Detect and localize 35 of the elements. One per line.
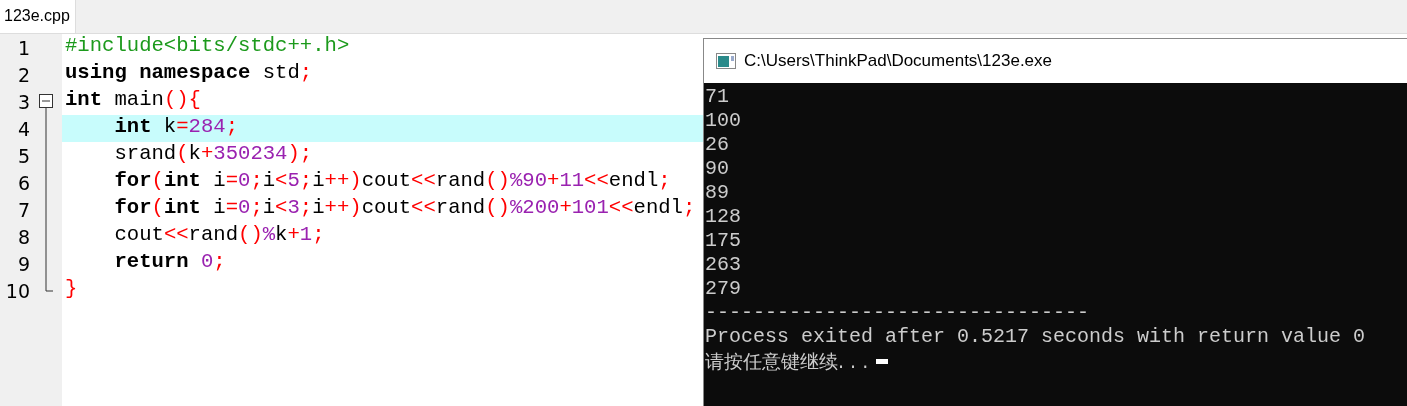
fold-toggle-icon[interactable] bbox=[39, 94, 53, 115]
line-number: 4 bbox=[16, 117, 30, 140]
output-line: 263 bbox=[705, 253, 742, 277]
exit-message: Process exited after 0.5217 seconds with return value 0 bbox=[705, 325, 1367, 349]
continue-prompt: 请按任意键继续. . . bbox=[705, 349, 869, 373]
code-line: for(int i=0;i<5;i++)cout<<rand()%90+11<<endl; bbox=[113, 169, 672, 194]
code-line: srand(k+350234); bbox=[113, 142, 314, 167]
line-number: 3 bbox=[16, 90, 30, 113]
output-line: 175 bbox=[705, 229, 742, 253]
output-line: 26 bbox=[705, 133, 730, 157]
code-line: using namespace std; bbox=[64, 61, 314, 86]
output-line: 89 bbox=[705, 181, 730, 205]
code-line: int main(){ bbox=[64, 88, 202, 113]
window-title: C:\Users\ThinkPad\Documents\123e.exe bbox=[744, 51, 1053, 71]
code-line: #include<bits/stdc++.h> bbox=[64, 34, 351, 59]
line-number: 9 bbox=[16, 252, 30, 275]
line-number: 2 bbox=[16, 63, 30, 86]
line-number: 1 bbox=[16, 36, 30, 59]
console-app-icon bbox=[716, 53, 736, 69]
output-line: 100 bbox=[705, 109, 742, 133]
output-line: 128 bbox=[705, 205, 742, 229]
file-tab[interactable]: 123e.cpp bbox=[0, 0, 76, 33]
output-line: 90 bbox=[705, 157, 730, 181]
line-number: 6 bbox=[16, 171, 30, 194]
output-line: 71 bbox=[705, 85, 730, 109]
code-line: for(int i=0;i<3;i++)cout<<rand()%200+101<<endl; bbox=[113, 196, 697, 221]
line-number: 5 bbox=[16, 144, 30, 167]
code-line: } bbox=[64, 277, 79, 302]
output-line: 279 bbox=[705, 277, 742, 301]
separator-text: -------------------------------- bbox=[705, 301, 1091, 325]
code-line: cout<<rand()%k+1; bbox=[113, 223, 326, 248]
line-number: 10 bbox=[4, 279, 30, 302]
code-line: return 0; bbox=[113, 250, 227, 275]
line-number: 8 bbox=[16, 225, 30, 248]
line-number: 7 bbox=[16, 198, 30, 221]
